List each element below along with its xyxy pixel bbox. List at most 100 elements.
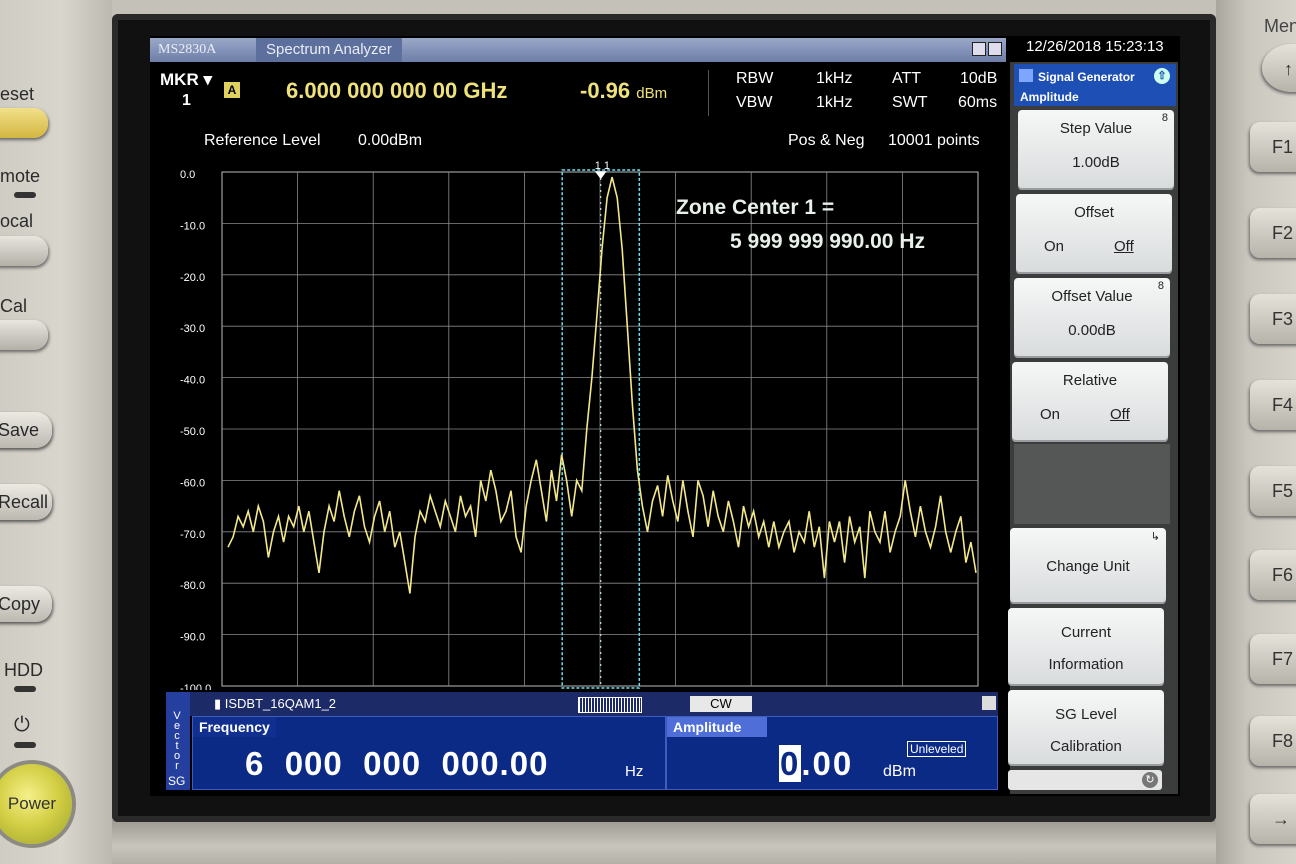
step-value-key[interactable]: 8 Step Value 1.00dB [1018,110,1174,190]
minimize-icon[interactable] [972,42,986,56]
swt-value: 60ms [958,94,998,111]
y-tick-label: -10.0 [180,220,205,232]
remote-label: mote [0,166,41,186]
y-tick-label: -50.0 [180,426,205,438]
hdd-label: HDD [4,660,43,680]
amplitude-cursor-digit[interactable]: 0 [779,745,802,782]
trace-points: 10001 points [888,132,980,149]
signal-generator-icon [1019,69,1033,82]
remote-led [14,192,36,198]
f3-key[interactable]: F3 [1250,294,1296,344]
reset-label: eset [0,84,35,104]
menu-header: Signal Generator Amplitude ⇧ [1014,64,1176,106]
cal-label: Cal [0,296,28,316]
bottom-bezel [112,820,1216,864]
sg-amplitude-value[interactable]: 0.00 [779,745,853,783]
marker-label[interactable]: MKR ▾ [160,70,212,90]
vector-sg-badge: Vector SG [166,692,190,790]
rbw-label: RBW [736,70,774,87]
zone-center-value: 5 999 999 990.00 Hz [730,230,925,253]
marker-number: 1 [182,92,191,109]
marker-triangle-icon[interactable] [594,171,607,180]
menu-label: Men [1264,16,1296,36]
y-axis-ticks: 0.0 -10.0 -20.0 -30.0 -40.0 -50.0 -60.0 -70.0 -8… [180,169,211,690]
save-button[interactable]: Save [0,412,52,448]
maximize-icon[interactable] [988,42,1002,56]
reset-button[interactable] [0,108,48,138]
copy-button[interactable]: Copy [0,586,52,622]
recall-button[interactable]: Recall [0,484,52,520]
local-label: ocal [0,211,34,231]
zone-center-title: Zone Center 1 = [676,196,834,219]
sg-amplitude-unit: dBm [883,763,916,780]
sg-pattern-name[interactable]: ▮ ISDBT_16QAM1_2 [214,696,336,712]
sg-frequency-title: Frequency [193,717,276,737]
y-tick-label: -60.0 [180,477,205,489]
f6-key[interactable]: F6 [1250,550,1296,600]
sg-amplitude-title: Amplitude [667,717,767,737]
dropdown-icon: ▾ [203,70,212,89]
next-key[interactable]: → [1250,794,1296,844]
menu-empty-slot [1014,444,1170,524]
sg-amplitude-box[interactable]: Amplitude Unleveled 0.00 dBm [666,716,998,790]
marker-badge: A [224,82,240,98]
ref-level-value: 0.00dBm [358,132,423,149]
ref-level-label: Reference Level [204,132,321,149]
sg-level-calibration-key[interactable]: SG Level Calibration [1008,690,1164,766]
sg-mode-badge[interactable]: CW [690,696,752,712]
y-tick-label: -90.0 [180,632,205,644]
att-label: ATT [892,70,922,87]
rbw-value: 1kHz [816,70,853,87]
marker-frequency: 6.000 000 000 00 GHz [286,78,508,103]
sg-frequency-box[interactable]: Frequency 6 000 000 000.00 Hz [192,716,666,790]
f2-key[interactable]: F2 [1250,208,1296,258]
marker-number-label: 1 1 [595,160,610,172]
sg-minimize-icon[interactable] [982,696,996,710]
detector-mode: Pos & Neg [788,132,865,149]
current-information-key[interactable]: Current Information [1008,608,1164,686]
y-tick-label: -20.0 [180,272,205,284]
offset-key[interactable]: Offset On Off [1016,194,1172,274]
sg-progress-bar [578,697,642,713]
local-button[interactable] [0,236,48,266]
menu-footer: ↻ [1008,770,1162,790]
hdd-led [14,686,36,692]
f5-key[interactable]: F5 [1250,466,1296,516]
relative-key[interactable]: Relative On Off [1012,362,1168,442]
sg-frequency-value: 6 000 000 000.00 [245,745,549,782]
change-unit-key[interactable]: ↳ Change Unit [1010,528,1166,604]
spectrum-plot[interactable]: 0.0 -10.0 -20.0 -30.0 -40.0 -50.0 -60.0 -70.0 -8… [154,160,1002,690]
menu-up-icon[interactable]: ⇧ [1154,68,1170,84]
standby-icon: ⏻ [14,714,30,736]
y-tick-label: -100.0 [180,683,211,690]
swt-label: SWT [892,94,928,111]
y-tick-label: -80.0 [180,580,205,592]
y-tick-label: -30.0 [180,323,205,335]
cal-button[interactable] [0,320,48,350]
sg-frequency-unit: Hz [625,763,644,780]
vbw-value: 1kHz [816,94,853,111]
vbw-label: VBW [736,94,773,111]
offset-value-key[interactable]: 8 Offset Value 0.00dB [1014,278,1170,358]
f1-key[interactable]: F1 [1250,122,1296,172]
datetime: 12/26/2018 15:23:13 [1026,38,1164,55]
y-tick-label: 0.0 [180,169,195,181]
app-name: Spectrum Analyzer [256,38,402,62]
marker-header: MKR ▾ 1 A 6.000 000 000 00 GHz -0.96 dBm… [152,64,1004,120]
header-separator [708,70,709,116]
marker-level: -0.96 dBm [580,78,668,103]
f7-key[interactable]: F7 [1250,634,1296,684]
y-tick-label: -40.0 [180,375,205,387]
left-bezel: eset mote ocal Cal Save Recall Copy HDD … [0,0,112,864]
y-tick-label: -70.0 [180,529,205,541]
standby-led [14,742,36,748]
power-button[interactable]: Power [0,764,72,844]
refresh-icon[interactable]: ↻ [1142,772,1158,788]
att-value: 10dB [960,70,998,87]
model-name: MS2830A [158,42,217,57]
unleveled-badge: Unleveled [907,741,967,757]
title-bar: MS2830A Spectrum Analyzer [150,38,1006,62]
f8-key[interactable]: F8 [1250,716,1296,766]
f4-key[interactable]: F4 [1250,380,1296,430]
window-buttons [970,42,1002,59]
